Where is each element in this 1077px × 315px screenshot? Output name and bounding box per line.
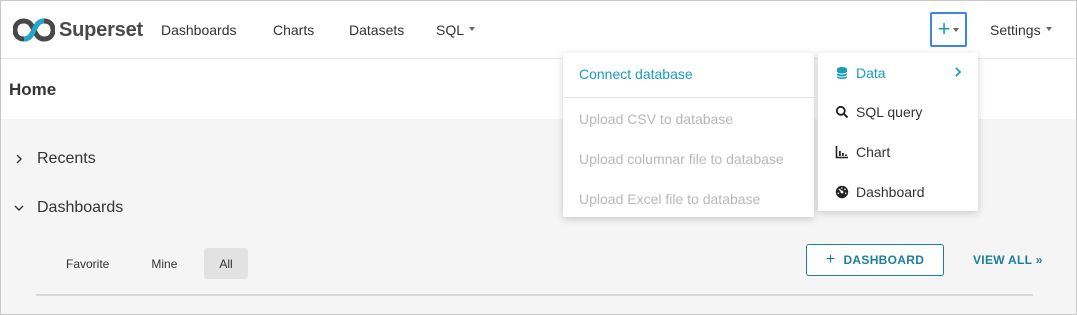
plus-icon: + [937,15,951,41]
tab-mine[interactable]: Mine [136,248,192,279]
plus-icon: + [825,250,836,268]
add-dashboard-button[interactable]: + DASHBOARD [806,244,944,276]
menu-item-chart-label: Chart [856,144,891,160]
view-all-link[interactable]: VIEW ALL » [973,253,1043,267]
tab-all[interactable]: All [204,248,248,279]
menu-item-upload-excel: Upload Excel file to database [579,191,761,207]
brand-name: Superset [59,18,143,41]
caret-down-icon [469,27,476,32]
nav-sql-label: SQL [436,22,465,38]
section-recents[interactable]: Recents [13,150,96,168]
chart-icon [835,146,848,159]
menu-item-dashboard-label: Dashboard [856,184,925,200]
section-recents-label: Recents [37,150,96,167]
menu-item-sql-query[interactable]: SQL query [818,94,978,130]
menu-item-connect-database[interactable]: Connect database [579,66,693,82]
menu-item-chart[interactable]: Chart [818,134,978,170]
database-icon [836,67,848,79]
dashboard-icon [835,185,849,199]
section-dashboards[interactable]: Dashboards [13,199,123,217]
nav-settings-label: Settings [990,22,1041,38]
divider [36,294,1033,296]
section-dashboards-label: Dashboards [37,199,124,216]
app-window: Superset Dashboards Charts Datasets SQL … [0,0,1077,315]
menu-item-data[interactable]: Data [818,55,978,91]
chevron-right-icon [16,154,22,164]
chevron-down-icon [14,205,24,211]
dashboard-filter-tabs: Favorite Mine All [51,248,260,279]
nav-sql[interactable]: SQL [436,22,476,38]
menu-item-upload-columnar: Upload columnar file to database [579,151,784,167]
menu-divider [563,97,814,98]
caret-down-icon [1045,27,1052,32]
tab-favorite[interactable]: Favorite [51,248,124,279]
menu-item-dashboard[interactable]: Dashboard [818,174,978,210]
new-item-button[interactable]: + [930,12,967,47]
menu-item-data-label: Data [856,65,886,81]
menu-item-sql-query-label: SQL query [856,104,923,120]
chevron-right-icon [955,67,962,77]
nav-charts[interactable]: Charts [273,22,314,38]
data-submenu: Connect database Upload CSV to database … [563,53,814,217]
top-navbar: Superset Dashboards Charts Datasets SQL … [1,1,1076,59]
add-dashboard-label: DASHBOARD [843,253,925,267]
nav-datasets[interactable]: Datasets [349,22,404,38]
search-icon [835,105,849,119]
nav-settings[interactable]: Settings [990,22,1052,38]
new-item-menu: Data SQL query Chart Dashboard [818,53,978,211]
menu-item-upload-csv: Upload CSV to database [579,111,734,127]
brand[interactable]: Superset [13,15,143,45]
caret-down-icon [953,27,960,32]
nav-dashboards[interactable]: Dashboards [161,22,237,38]
page-title: Home [9,80,57,99]
superset-logo-icon [13,18,55,42]
